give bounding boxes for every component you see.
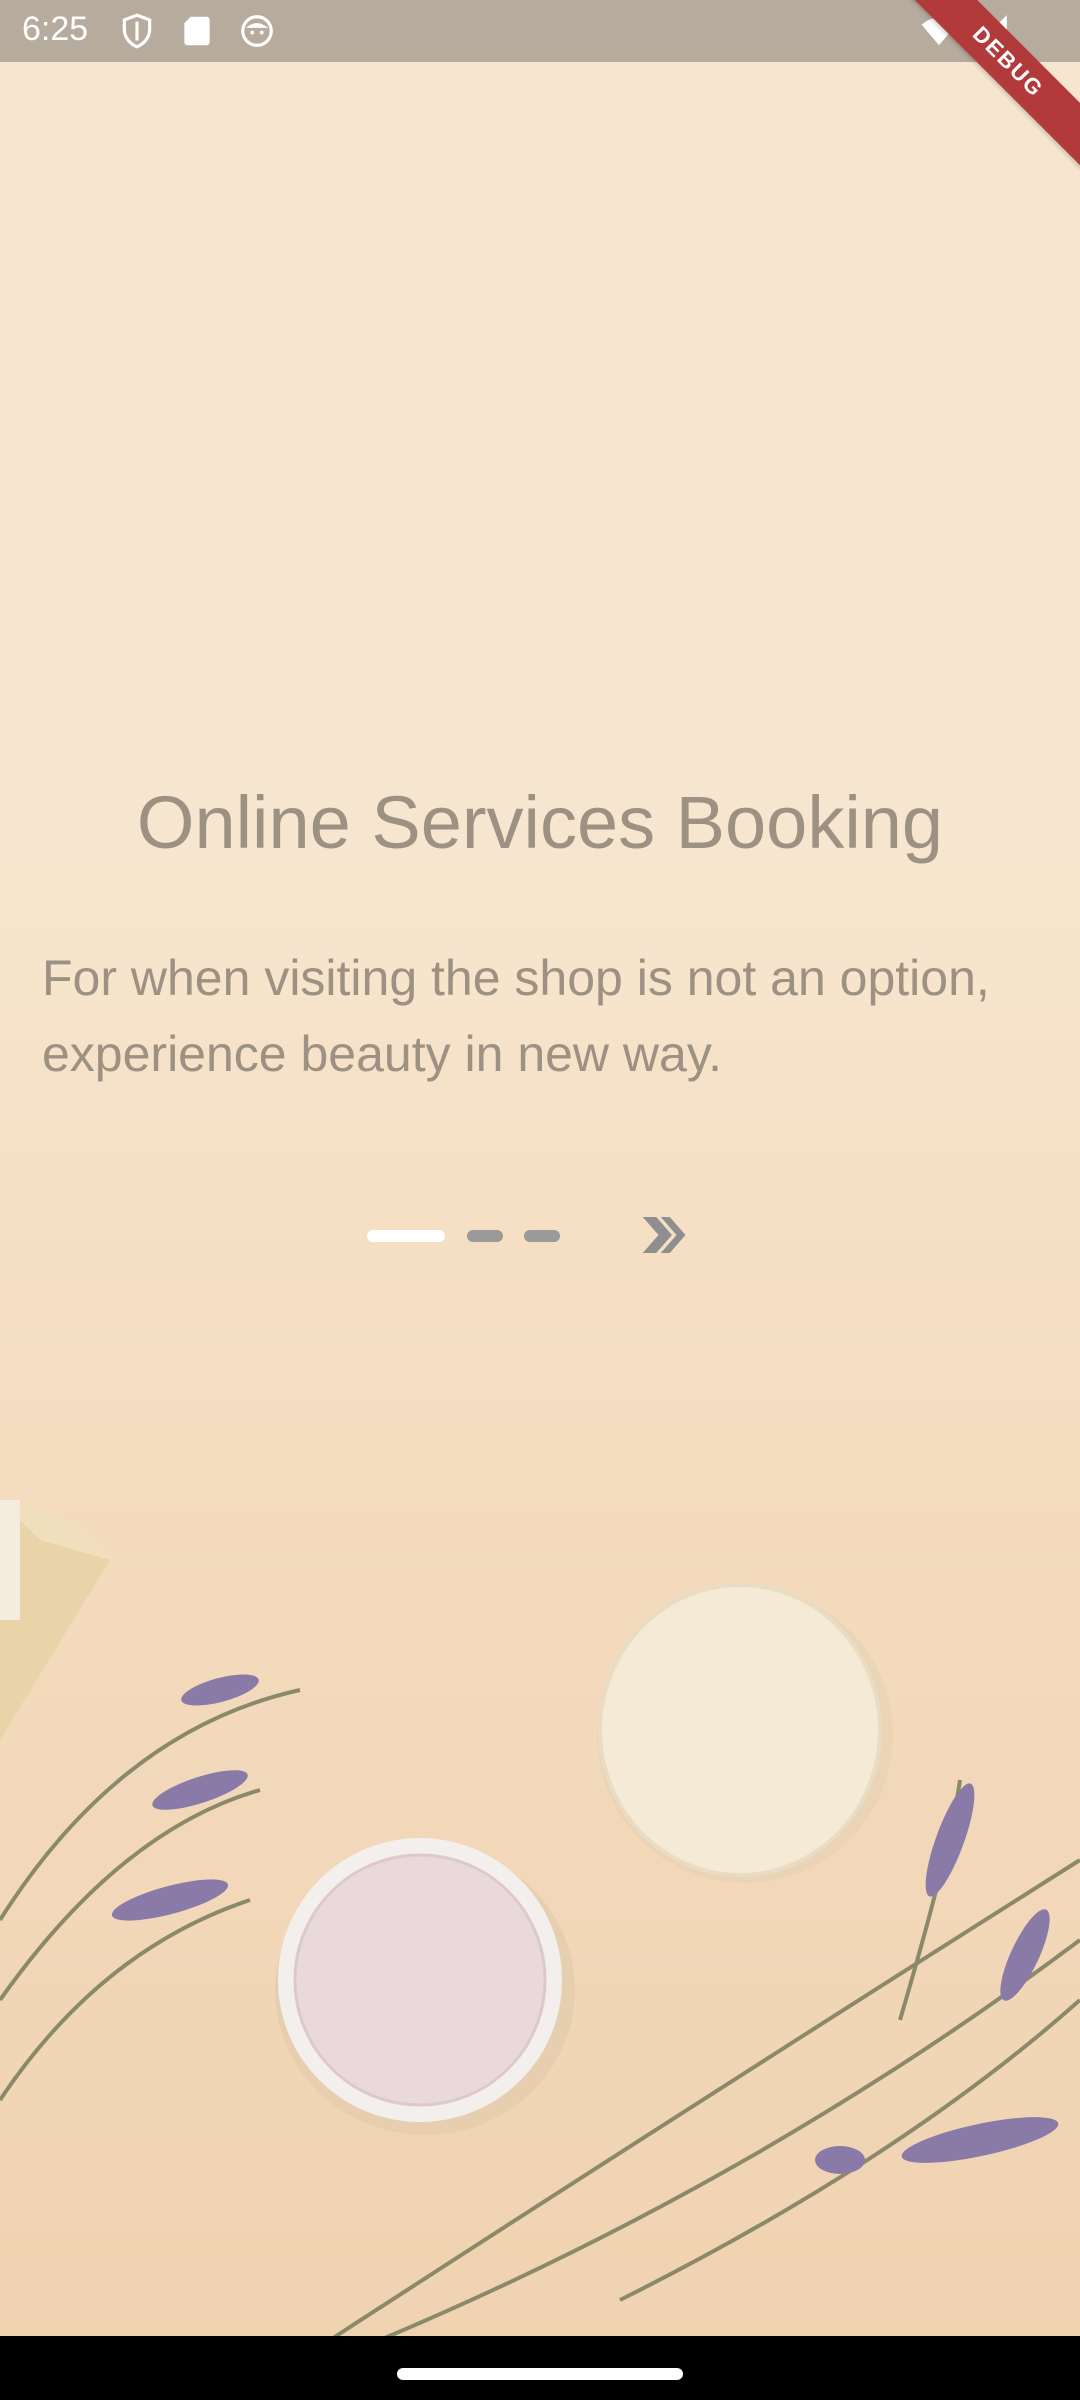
sd-card-icon (184, 16, 210, 46)
page-indicator (0, 1230, 1080, 1244)
status-bar: 6:25 (0, 0, 1080, 62)
onboarding-screen: 6:25 DEBUG Online Services Booking For w… (0, 0, 1080, 2400)
page-indicator-dot-3[interactable] (524, 1230, 560, 1242)
page-title: Online Services Booking (136, 781, 944, 864)
page-description: For when visiting the shop is not an opt… (42, 950, 990, 1082)
page-indicator-dot-1[interactable] (367, 1230, 445, 1242)
soap-bar-image (0, 1500, 110, 1740)
status-time: 6:25 (22, 10, 89, 48)
lavender-buds (111, 1674, 1059, 2174)
home-gesture-handle[interactable] (397, 2368, 683, 2380)
double-chevron-right-icon[interactable] (636, 1208, 690, 1262)
salt-bowl-image (275, 1838, 575, 2135)
sponge-image (597, 1583, 893, 1883)
shield-icon (122, 13, 152, 49)
spa-illustration (0, 1500, 1080, 2340)
page-indicator-dot-2[interactable] (467, 1230, 503, 1242)
status-icons-left (118, 12, 276, 50)
face-icon (241, 15, 273, 47)
